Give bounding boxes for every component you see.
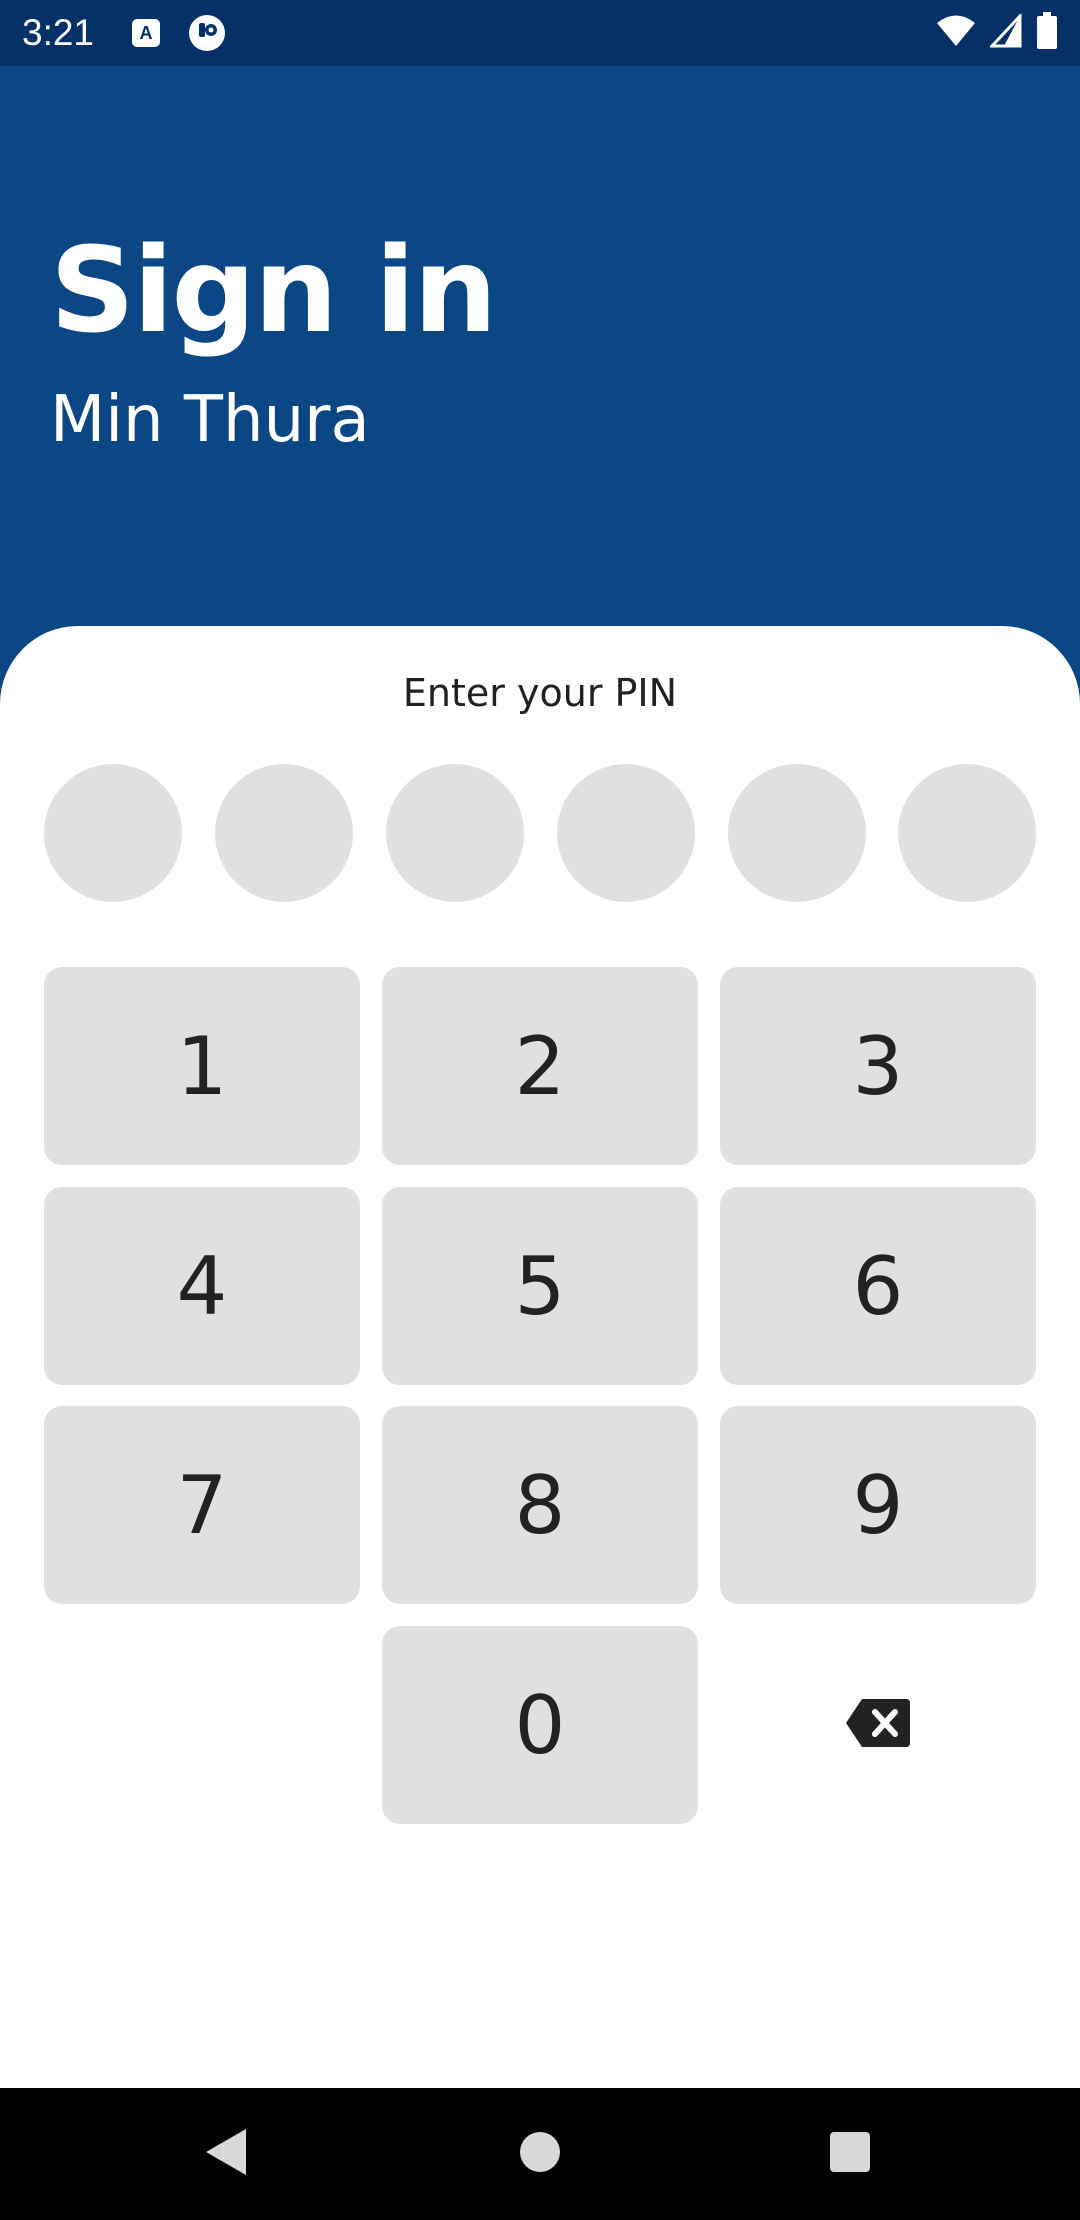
key-4[interactable]: 4 [44, 1187, 360, 1385]
pin-dot [557, 764, 695, 902]
navigation-bar [0, 2088, 1080, 2220]
recents-button[interactable] [784, 2088, 916, 2220]
signal-icon [988, 11, 1022, 53]
pin-dot [728, 764, 866, 902]
pin-dot [898, 764, 1036, 902]
key-1[interactable]: 1 [44, 967, 360, 1165]
status-time: 3:21 [22, 12, 95, 53]
sign-in-screen: 3:21 A Sign in Min Thura Enter your PIN … [0, 0, 1080, 2220]
page-title: Sign in [50, 221, 497, 359]
key-9[interactable]: 9 [720, 1406, 1036, 1604]
pin-sheet: Enter your PIN 1 2 3 4 5 6 7 8 9 0 [0, 626, 1080, 2088]
battery-icon [1036, 11, 1058, 55]
key-2[interactable]: 2 [382, 967, 698, 1165]
key-8[interactable]: 8 [382, 1406, 698, 1604]
key-6[interactable]: 6 [720, 1187, 1036, 1385]
backspace-button[interactable] [720, 1626, 1036, 1824]
app-a-icon: A [132, 19, 160, 47]
backspace-icon [844, 1697, 912, 1754]
recents-icon [829, 2131, 871, 2178]
status-indicators [936, 11, 1058, 55]
app-badge-icon [188, 14, 226, 52]
pin-dot [215, 764, 353, 902]
user-name: Min Thura [50, 383, 370, 457]
key-3[interactable]: 3 [720, 967, 1036, 1165]
wifi-icon [936, 14, 976, 53]
pin-dots [44, 764, 1036, 902]
key-7[interactable]: 7 [44, 1406, 360, 1604]
back-button[interactable] [160, 2088, 292, 2220]
key-0[interactable]: 0 [382, 1626, 698, 1824]
back-icon [204, 2127, 248, 2182]
home-icon [519, 2131, 561, 2178]
key-5[interactable]: 5 [382, 1187, 698, 1385]
home-button[interactable] [474, 2088, 606, 2220]
pin-prompt: Enter your PIN [402, 671, 678, 715]
pin-dot [44, 764, 182, 902]
pin-dot [386, 764, 524, 902]
status-bar: 3:21 A [0, 0, 1080, 66]
